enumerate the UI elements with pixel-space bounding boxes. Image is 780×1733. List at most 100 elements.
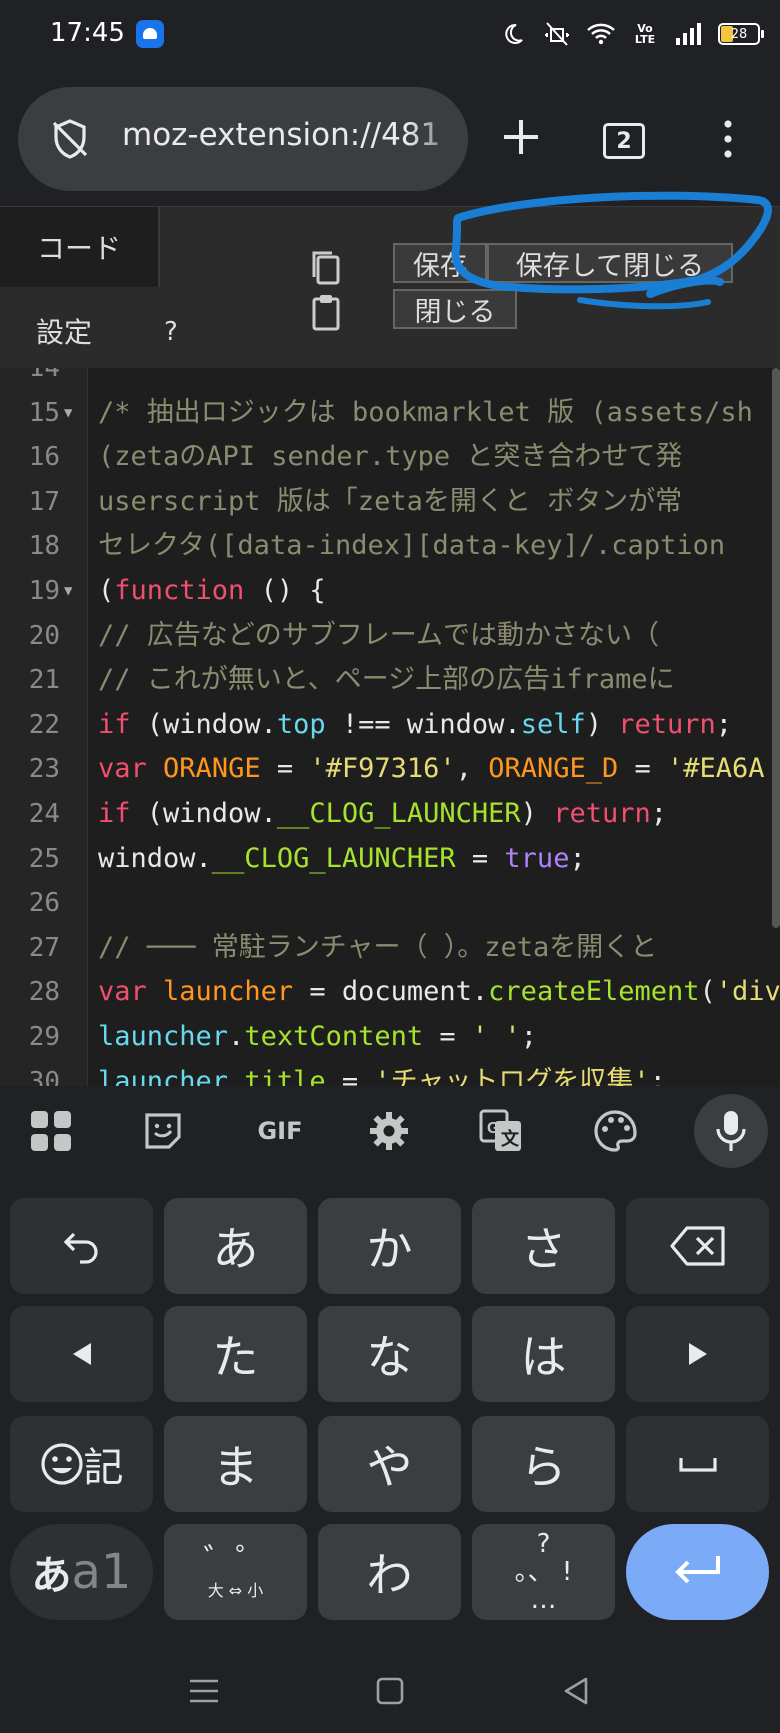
key-ta[interactable]: た: [164, 1306, 307, 1402]
palette-icon[interactable]: [590, 1106, 640, 1156]
code-line[interactable]: 22 if (window.top !== window.self) retur…: [0, 703, 760, 748]
code-text[interactable]: var ORANGE = '#F97316', ORANGE_D = '#EA6…: [98, 747, 765, 792]
sticker-icon[interactable]: [138, 1106, 188, 1156]
code-text[interactable]: if (window.__CLOG_LAUNCHER) return;: [98, 792, 667, 837]
system-nav-bar: [0, 1647, 780, 1733]
code-token: .: [228, 1020, 245, 1052]
code-text[interactable]: launcher.title = 'チャットログを収集';: [98, 1060, 666, 1087]
key-wa[interactable]: わ: [318, 1524, 461, 1620]
fold-toggle-icon[interactable]: ▼: [64, 569, 72, 614]
new-tab-icon[interactable]: [496, 112, 546, 162]
paste-icon[interactable]: [308, 293, 344, 331]
tracking-protection-off-icon[interactable]: [48, 117, 92, 161]
code-token: 'チャットログを収集': [374, 1065, 650, 1087]
code-line[interactable]: 21 // これが無いと、ページ上部の広告iframeに: [0, 658, 760, 703]
code-line[interactable]: 30 launcher.title = 'チャットログを収集';: [0, 1060, 760, 1087]
space-key[interactable]: [626, 1416, 769, 1512]
tab-code[interactable]: コード: [0, 207, 160, 287]
code-text[interactable]: userscript 版は「zetaを開くと ボタンが常: [98, 480, 682, 525]
input-mode-key[interactable]: あ a1: [10, 1524, 153, 1620]
key-ma[interactable]: ま: [164, 1416, 307, 1512]
key-sa[interactable]: さ: [472, 1198, 615, 1294]
code-token: (window.: [130, 708, 277, 740]
enter-key[interactable]: [626, 1524, 769, 1620]
url-bar[interactable]: moz-extension://481: [18, 87, 468, 191]
code-line[interactable]: 25 window.__CLOG_LAUNCHER = true;: [0, 837, 760, 882]
cursor-right-key[interactable]: [626, 1306, 769, 1402]
backspace-key[interactable]: [626, 1198, 769, 1294]
tab-settings[interactable]: 設定: [36, 311, 92, 351]
home-icon[interactable]: [370, 1671, 410, 1711]
back-icon[interactable]: [556, 1671, 596, 1711]
code-line[interactable]: 23 var ORANGE = '#F97316', ORANGE_D = '#…: [0, 747, 765, 792]
translate-icon[interactable]: G文: [476, 1106, 526, 1156]
code-text[interactable]: if (window.top !== window.self) return;: [98, 703, 732, 748]
url-text[interactable]: moz-extension://481: [122, 117, 440, 153]
apps-grid-icon[interactable]: [26, 1106, 76, 1156]
code-text[interactable]: // これが無いと、ページ上部の広告iframeに: [98, 658, 675, 703]
enter-icon: [674, 1556, 720, 1584]
code-text[interactable]: (function () {: [98, 569, 326, 614]
save-button[interactable]: 保存: [393, 243, 487, 283]
punctuation-key[interactable]: ? 。、 ! …: [472, 1524, 615, 1620]
mode-alnum-label: a1: [71, 1544, 132, 1600]
line-number: 17: [28, 486, 60, 517]
key-na[interactable]: な: [318, 1306, 461, 1402]
key-ya[interactable]: や: [318, 1416, 461, 1512]
code-token: '#F97316': [309, 753, 456, 785]
status-time: 17:45: [50, 18, 125, 48]
key-ha[interactable]: は: [472, 1306, 615, 1402]
code-text[interactable]: セレクタ([data-index][data-key]/.caption: [98, 524, 725, 569]
code-line[interactable]: 28 var launcher = document.createElement…: [0, 970, 780, 1015]
microphone-button[interactable]: [694, 1094, 768, 1168]
key-a[interactable]: あ: [164, 1198, 307, 1294]
tab-help[interactable]: ?: [164, 317, 178, 347]
tab-counter-button[interactable]: 2: [603, 123, 645, 159]
code-line[interactable]: 15 ▼ /* 抽出ロジックは bookmarklet 版 (assets/sh: [0, 391, 760, 436]
cursor-left-key[interactable]: [10, 1306, 153, 1402]
code-text[interactable]: /* 抽出ロジックは bookmarklet 版 (assets/sh: [98, 391, 753, 436]
dakuten-key[interactable]: ゛゜ 大 ⇔ 小: [164, 1524, 307, 1620]
code-text[interactable]: window.__CLOG_LAUNCHER = true;: [98, 837, 586, 882]
code-token: __CLOG_LAUNCHER: [276, 797, 521, 829]
code-lines[interactable]: 14 15 ▼/* 抽出ロジックは bookmarklet 版 (assets/sh…: [0, 368, 780, 1087]
line-number: 23: [28, 754, 60, 785]
code-token: self: [520, 708, 586, 740]
code-text[interactable]: (zetaのAPI sender.type と突き合わせて発: [98, 435, 682, 480]
code-text[interactable]: // ─── 常駐ランチャー（ ）。zetaを開くと: [98, 926, 657, 971]
more-menu-icon[interactable]: [713, 118, 743, 160]
code-editor[interactable]: 14 15 ▼/* 抽出ロジックは bookmarklet 版 (assets/sh…: [0, 368, 780, 1086]
copy-icon[interactable]: [308, 249, 344, 287]
save-and-close-button[interactable]: 保存して閉じる: [487, 243, 733, 283]
code-line[interactable]: 24 if (window.__CLOG_LAUNCHER) return;: [0, 792, 760, 837]
punct-top-label: ?: [536, 1529, 551, 1559]
code-line[interactable]: 29 launcher.textContent = ' ';: [0, 1015, 760, 1060]
fold-toggle-icon[interactable]: ▼: [64, 391, 72, 436]
code-line[interactable]: 27 // ─── 常駐ランチャー（ ）。zetaを開くと: [0, 926, 760, 971]
undo-key[interactable]: [10, 1198, 153, 1294]
code-line[interactable]: 16 (zetaのAPI sender.type と突き合わせて発: [0, 435, 760, 480]
code-line[interactable]: 14: [0, 368, 760, 391]
key-ra[interactable]: ら: [472, 1416, 615, 1512]
code-line[interactable]: 20 // 広告などのサブフレームでは動かさない（: [0, 614, 760, 659]
key-ka[interactable]: か: [318, 1198, 461, 1294]
code-text[interactable]: launcher.textContent = ' ';: [98, 1015, 537, 1060]
gif-button[interactable]: GIF: [250, 1106, 310, 1156]
editor-scrollbar[interactable]: [772, 368, 780, 928]
emoji-symbol-key[interactable]: 記: [10, 1416, 153, 1512]
code-token: ' ': [471, 1020, 521, 1052]
code-line[interactable]: 26: [0, 881, 760, 926]
code-text[interactable]: var launcher = document.createElement('d…: [98, 970, 780, 1015]
code-line[interactable]: 19 ▼ (function () {: [0, 569, 760, 614]
code-line[interactable]: 18 セレクタ([data-index][data-key]/.caption: [0, 524, 760, 569]
code-text[interactable]: // 広告などのサブフレームでは動かさない（: [98, 614, 659, 659]
code-token: '#EA6A: [667, 753, 765, 785]
recents-menu-icon[interactable]: [184, 1671, 224, 1711]
status-bar: 17:45 Vo LTE 28: [0, 0, 780, 70]
code-token: (: [98, 574, 115, 606]
code-line[interactable]: 17 userscript 版は「zetaを開くと ボタンが常: [0, 480, 760, 525]
undo-icon: [63, 1232, 98, 1264]
settings-gear-icon[interactable]: [364, 1106, 414, 1156]
close-button[interactable]: 閉じる: [393, 289, 517, 329]
